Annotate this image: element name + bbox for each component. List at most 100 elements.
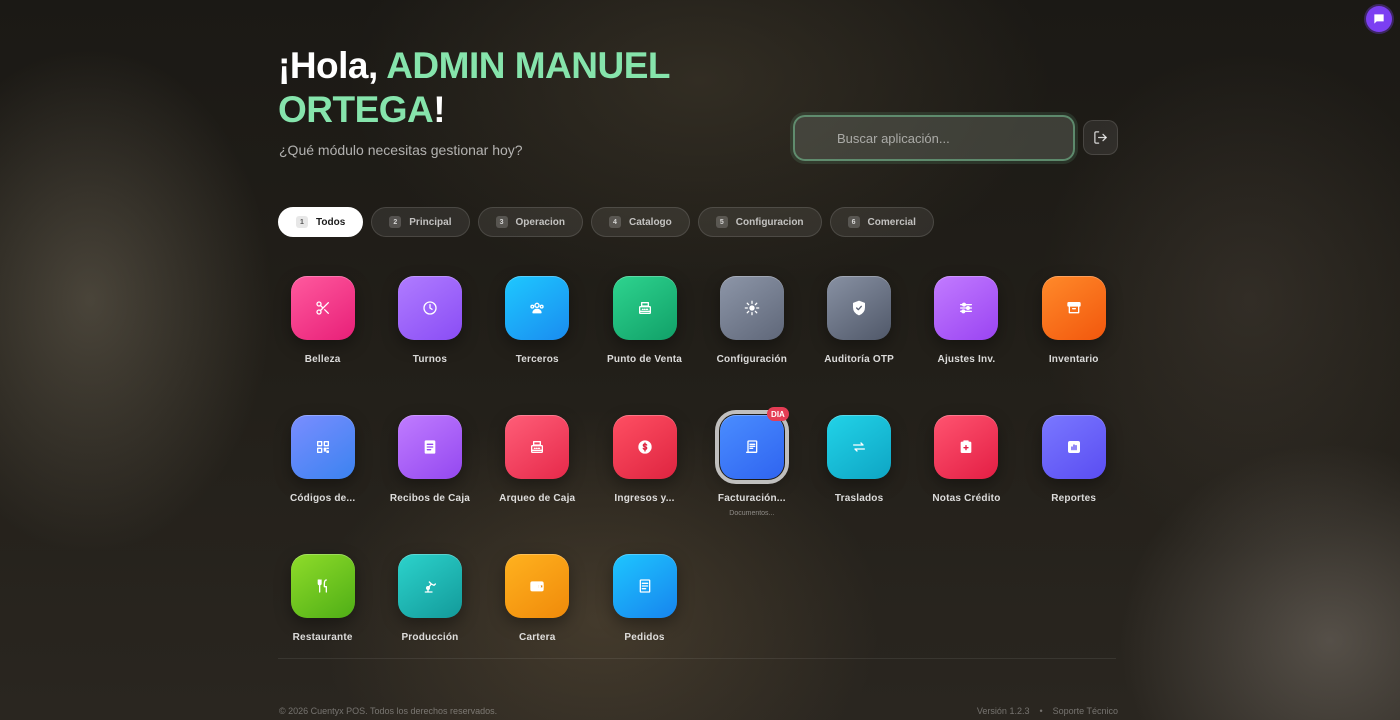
- app-restaurante[interactable]: Restaurante: [269, 554, 376, 693]
- cash-register-icon: [531, 441, 544, 453]
- app-label: Recibos de Caja: [389, 493, 471, 504]
- app-punto-de-venta[interactable]: Punto de Venta: [591, 276, 698, 415]
- tab-label: Comercial: [867, 216, 916, 228]
- app-belleza[interactable]: Belleza: [269, 276, 376, 415]
- app-tile[interactable]: [934, 276, 999, 340]
- app-badge: DIA: [767, 407, 789, 421]
- app-tile[interactable]: [612, 276, 677, 340]
- chat-icon: [1374, 14, 1384, 24]
- app-tile[interactable]: [612, 415, 677, 479]
- app-pedidos[interactable]: Pedidos: [591, 554, 698, 693]
- app-ajustes-inv[interactable]: Ajustes Inv.: [913, 276, 1020, 415]
- receipt-icon: [424, 440, 436, 454]
- app-tile[interactable]: [505, 415, 570, 479]
- app-tile[interactable]: [1041, 415, 1106, 479]
- footer-links: Versión 1.2.3 • Soporte Técnico: [977, 706, 1118, 716]
- logout-icon: [1094, 131, 1107, 144]
- tab-catalogo[interactable]: 4 Catalogo: [590, 207, 690, 237]
- tab-label: Operacion: [515, 216, 565, 228]
- clock-icon: [423, 301, 437, 315]
- app-tile[interactable]: [505, 276, 570, 340]
- tab-label: Catalogo: [628, 216, 672, 228]
- app-label: Restaurante: [292, 632, 353, 643]
- app-label: Facturación...: [717, 493, 786, 504]
- users-icon: [530, 302, 544, 314]
- app-label: Configuración: [716, 354, 788, 365]
- tab-label: Principal: [409, 216, 452, 228]
- footer-divider: [278, 658, 1116, 659]
- app-tile[interactable]: [719, 276, 784, 340]
- footer-copyright: © 2026 Cuentyx POS. Todos los derechos r…: [279, 706, 498, 716]
- app-label: Códigos de...: [289, 493, 356, 504]
- transfer-arrows-icon: [853, 442, 866, 452]
- app-tile[interactable]: [397, 554, 462, 618]
- app-grid: Belleza Turnos Terceros Punto de Venta Confi…: [269, 276, 1127, 693]
- app-tile[interactable]: [827, 276, 892, 340]
- app-reportes[interactable]: Reportes: [1020, 415, 1127, 554]
- chat-button[interactable]: [1366, 6, 1392, 32]
- app-label: Reportes: [1051, 493, 1097, 504]
- app-recibos-de-caja[interactable]: Recibos de Caja: [376, 415, 483, 554]
- app-produccion[interactable]: Producción: [376, 554, 483, 693]
- app-label: Traslados: [834, 493, 884, 504]
- app-label: Auditoría OTP: [824, 354, 895, 365]
- app-facturacion[interactable]: DIA Facturación... Documentos...: [698, 407, 805, 554]
- app-label: Pedidos: [624, 632, 665, 643]
- scissors-icon: [315, 301, 329, 315]
- app-turnos[interactable]: Turnos: [376, 276, 483, 415]
- support-link[interactable]: Soporte Técnico: [1053, 706, 1118, 716]
- bar-chart-icon: [1067, 441, 1080, 453]
- app-tile[interactable]: [1041, 276, 1106, 340]
- app-label: Ingresos y...: [614, 493, 675, 504]
- tab-shortcut-number: 5: [715, 216, 728, 228]
- app-cartera[interactable]: Cartera: [484, 554, 591, 693]
- greeting-prefix: ¡Hola,: [278, 45, 387, 86]
- app-label: Inventario: [1048, 354, 1099, 365]
- app-terceros[interactable]: Terceros: [484, 276, 591, 415]
- app-tile[interactable]: [397, 276, 462, 340]
- qr-code-icon: [316, 441, 329, 453]
- tab-shortcut-number: 1: [296, 216, 308, 228]
- app-label: Terceros: [515, 354, 559, 365]
- sliders-icon: [960, 302, 973, 314]
- app-arqueo-de-caja[interactable]: Arqueo de Caja: [484, 415, 591, 554]
- search-input[interactable]: [837, 130, 1057, 146]
- invoice-icon: [745, 440, 758, 453]
- tab-shortcut-number: 3: [495, 216, 508, 228]
- app-codigos-de[interactable]: Códigos de...: [269, 415, 376, 554]
- app-tile[interactable]: [290, 276, 355, 340]
- page-title: ¡Hola, ADMIN MANUEL ORTEGA!: [278, 44, 698, 132]
- app-configuracion[interactable]: Configuración: [698, 276, 805, 415]
- logout-button[interactable]: [1083, 120, 1118, 155]
- app-ingresos-y[interactable]: Ingresos y...: [591, 415, 698, 554]
- app-tile[interactable]: [827, 415, 892, 479]
- app-tile[interactable]: [397, 415, 462, 479]
- tab-todos[interactable]: 1 Todos: [278, 207, 364, 237]
- footer-separator: •: [1039, 706, 1043, 716]
- app-sublabel: Documentos...: [729, 510, 775, 517]
- page-subtitle: ¿Qué módulo necesitas gestionar hoy?: [279, 142, 523, 158]
- tab-configuracion[interactable]: 5 Configuracion: [697, 207, 822, 237]
- app-label: Turnos: [412, 354, 448, 365]
- tab-principal[interactable]: 2 Principal: [371, 207, 470, 237]
- app-tile[interactable]: [290, 554, 355, 618]
- app-notas-credito[interactable]: Notas Crédito: [913, 415, 1020, 554]
- tab-operacion[interactable]: 3 Operacion: [477, 207, 583, 237]
- app-tile[interactable]: DIA: [714, 407, 789, 484]
- app-tile[interactable]: [934, 415, 999, 479]
- app-tile[interactable]: [505, 554, 570, 618]
- tab-shortcut-number: 4: [608, 216, 621, 228]
- search-box[interactable]: [793, 115, 1075, 161]
- archive-box-icon: [1067, 302, 1081, 314]
- app-traslados[interactable]: Traslados: [805, 415, 912, 554]
- app-label: Belleza: [304, 354, 341, 365]
- app-inventario[interactable]: Inventario: [1020, 276, 1127, 415]
- app-label: Arqueo de Caja: [499, 493, 576, 504]
- app-auditoria-otp[interactable]: Auditoría OTP: [805, 276, 912, 415]
- category-tabs: 1 Todos 2 Principal 3 Operacion 4 Catalogo 5 Conf…: [278, 207, 934, 237]
- tab-label: Configuracion: [735, 216, 804, 228]
- tab-comercial[interactable]: 6 Comercial: [829, 207, 934, 237]
- app-tile[interactable]: [290, 415, 355, 479]
- tab-label: Todos: [316, 216, 346, 228]
- app-tile[interactable]: [612, 554, 677, 618]
